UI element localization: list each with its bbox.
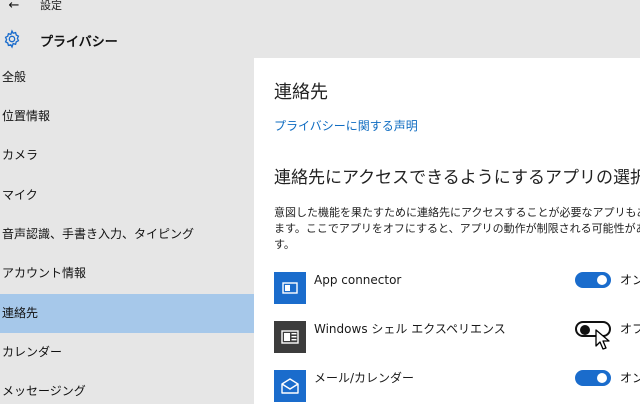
gear-icon	[4, 29, 20, 49]
privacy-statement-link[interactable]: プライバシーに関する声明	[274, 117, 418, 134]
description-line: す。	[274, 238, 295, 251]
sidebar-item-account-info[interactable]: アカウント情報	[0, 254, 254, 293]
toggle-state-label: オン	[620, 273, 640, 287]
section-title: 連絡先	[274, 82, 328, 103]
main-content: 連絡先 プライバシーに関する声明 連絡先にアクセスできるようにするアプリの選択 …	[254, 58, 640, 404]
app-connector-icon	[274, 272, 306, 304]
sidebar-item-location[interactable]: 位置情報	[0, 97, 254, 136]
app-name: App connector	[314, 273, 402, 287]
title-bar: ← 設定 プライバシー	[0, 0, 640, 58]
sidebar-item-microphone[interactable]: マイク	[0, 176, 254, 215]
mail-calendar-toggle[interactable]	[575, 370, 611, 386]
sidebar-item-general[interactable]: 全般	[0, 58, 254, 97]
toggle-state-label: オフ	[620, 322, 640, 336]
app-row-app-connector: App connector オン	[274, 272, 640, 306]
sidebar: 全般 位置情報 カメラ マイク 音声認識、手書き入力、タイピング アカウント情報…	[0, 58, 254, 404]
toggle-knob	[597, 275, 607, 285]
description-line: ます。ここでアプリをオフにすると、アプリの動作が制限される可能性がありま	[274, 222, 640, 235]
sidebar-item-calendar[interactable]: カレンダー	[0, 333, 254, 372]
sidebar-item-speech[interactable]: 音声認識、手書き入力、タイピング	[0, 215, 254, 254]
description-text: 意図した機能を果たすために連絡先にアクセスすることが必要なアプリもあり ます。こ…	[274, 205, 640, 253]
app-name: Windows シェル エクスペリエンス	[314, 322, 506, 336]
sidebar-item-camera[interactable]: カメラ	[0, 136, 254, 175]
description-line: 意図した機能を果たすために連絡先にアクセスすることが必要なアプリもあり	[274, 206, 640, 219]
mail-icon	[274, 370, 306, 402]
windows-shell-icon	[274, 321, 306, 353]
app-title: 設定	[40, 0, 62, 12]
app-selection-heading: 連絡先にアクセスできるようにするアプリの選択	[274, 168, 640, 188]
app-row-mail-calendar: メール/カレンダー オン	[274, 370, 640, 404]
page-title: プライバシー	[40, 35, 118, 50]
back-arrow-icon: ←	[8, 0, 20, 13]
toggle-knob	[597, 373, 607, 383]
mouse-cursor-icon	[595, 329, 610, 350]
toggle-knob	[580, 325, 590, 335]
toggle-state-label: オン	[620, 371, 640, 385]
app-connector-toggle[interactable]	[575, 272, 611, 288]
app-row-windows-shell: Windows シェル エクスペリエンス オフ	[274, 321, 640, 355]
app-name: メール/カレンダー	[314, 371, 415, 385]
sidebar-item-contacts[interactable]: 連絡先	[0, 294, 254, 333]
back-button[interactable]: ←	[2, 0, 26, 14]
sidebar-item-messaging[interactable]: メッセージング	[0, 372, 254, 411]
